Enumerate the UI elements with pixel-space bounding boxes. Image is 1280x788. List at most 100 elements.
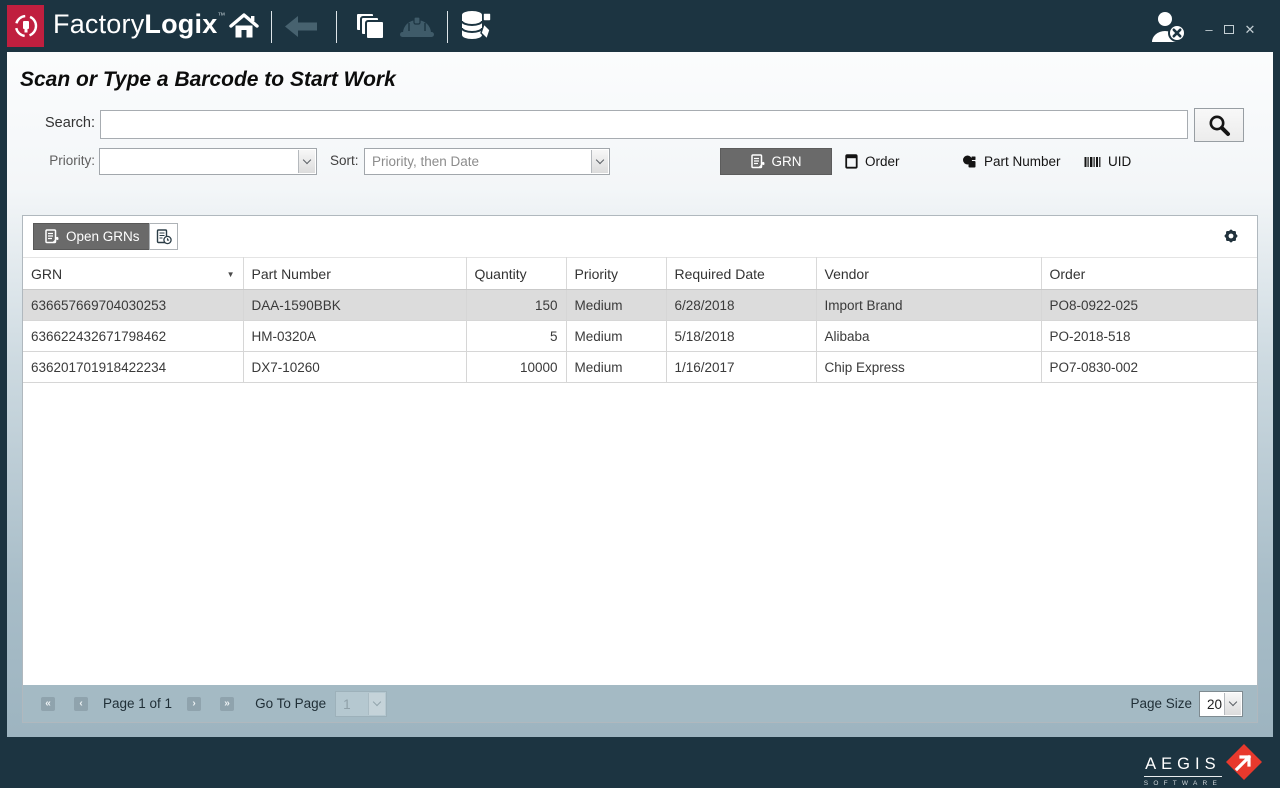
stacked-pages-icon [353, 11, 391, 42]
column-header-priority[interactable]: Priority [566, 258, 666, 290]
column-header-label: GRN [31, 266, 62, 282]
grn-table: GRN ▼ Part NumberQuantity Priority Required … [23, 257, 1257, 685]
search-label: Search: [17, 115, 95, 131]
order-document-icon [845, 154, 858, 169]
recent-grns-button[interactable] [149, 223, 178, 250]
table-cell: 10000 [466, 352, 566, 383]
table-cell: HM-0320A [243, 321, 466, 352]
back-button[interactable] [283, 14, 319, 39]
dropdown-arrow-button[interactable] [298, 150, 315, 173]
logo-circular-arrows-icon [12, 12, 40, 40]
table-cell: Medium [566, 352, 666, 383]
page-size-value: 20 [1207, 692, 1222, 717]
uid-barcode-icon [1084, 156, 1101, 168]
chevron-down-icon [303, 156, 311, 164]
table-cell: 1/16/2017 [666, 352, 816, 383]
page-size-label: Page Size [1130, 696, 1192, 711]
priority-filter-label: Priority: [17, 153, 95, 168]
open-grns-icon [45, 229, 59, 244]
search-input[interactable] [100, 110, 1188, 139]
aegis-diamond-icon [1224, 742, 1264, 782]
open-grns-label: Open GRNs [66, 229, 140, 244]
mode-label: Order [865, 154, 900, 169]
table-cell: 636657669704030253 [23, 290, 243, 321]
column-header-label: Order [1050, 266, 1086, 282]
aegis-logo: AEGIS SOFTWARE [1144, 742, 1264, 787]
sort-filter-label: Sort: [330, 153, 359, 168]
goto-page-value: 1 [343, 692, 366, 717]
column-header-quantity[interactable]: Quantity [466, 258, 566, 290]
column-header-required-date[interactable]: Required Date [666, 258, 816, 290]
dropdown-arrow-button[interactable] [1224, 693, 1241, 715]
mode-toggle-order[interactable]: Order [845, 148, 900, 175]
page-indicator: Page 1 of 1 [103, 696, 172, 711]
table-row[interactable]: 636201701918422234DX7-1026010000Medium1/… [23, 352, 1257, 383]
mode-toggle-grn[interactable]: GRN [720, 148, 832, 175]
grid-toolbar: Open GRNs [23, 216, 1257, 257]
column-header-label: Vendor [825, 266, 869, 282]
aegis-brand-subtext: SOFTWARE [1144, 780, 1222, 787]
next-page-button[interactable]: › [187, 697, 201, 711]
chevron-down-icon [596, 156, 604, 164]
column-header-vendor[interactable]: Vendor [816, 258, 1041, 290]
table-cell: DX7-10260 [243, 352, 466, 383]
table-cell: PO8-0922-025 [1041, 290, 1257, 321]
sort-desc-icon: ▼ [227, 270, 235, 279]
search-icon [1207, 113, 1231, 137]
table-cell: PO7-0830-002 [1041, 352, 1257, 383]
footer-bar: AEGIS SOFTWARE [0, 737, 1280, 788]
page-title: Scan or Type a Barcode to Start Work [20, 68, 396, 92]
table-cell: Medium [566, 321, 666, 352]
previous-page-button[interactable]: ‹ [74, 697, 88, 711]
column-header-order[interactable]: Order [1041, 258, 1257, 290]
grid-settings-button[interactable] [1221, 226, 1241, 246]
search-button[interactable] [1194, 108, 1244, 142]
goto-page-dropdown[interactable]: 1 [335, 691, 387, 717]
mode-toggle-uid[interactable]: UID [1084, 148, 1131, 175]
table-cell: Import Brand [816, 290, 1041, 321]
table-cell: 636622432671798462 [23, 321, 243, 352]
hard-hat-icon [398, 13, 436, 40]
minimize-button[interactable]: – [1201, 22, 1217, 38]
chevron-down-icon [373, 698, 381, 706]
sort-dropdown-value: Priority, then Date [372, 149, 589, 174]
grn-panel: Open GRNs GRN▼Par [22, 215, 1258, 723]
table-row[interactable]: 636622432671798462HM-0320A5Medium5/18/20… [23, 321, 1257, 352]
dropdown-arrow-button[interactable] [591, 150, 608, 173]
logout-user-button[interactable] [1150, 11, 1190, 43]
close-button[interactable]: ✕ [1242, 22, 1258, 38]
back-arrow-icon [283, 14, 319, 39]
table-cell: 150 [466, 290, 566, 321]
first-page-button[interactable]: « [41, 697, 55, 711]
column-header-grn[interactable]: GRN ▼ [23, 258, 243, 290]
database-edit-button[interactable] [457, 9, 497, 43]
page-size-dropdown[interactable]: 20 [1199, 691, 1243, 717]
documents-button[interactable] [353, 11, 391, 42]
hard-hat-button[interactable] [398, 13, 436, 40]
column-header-part-number[interactable]: Part Number [243, 258, 466, 290]
table-cell: 5/18/2018 [666, 321, 816, 352]
priority-dropdown[interactable] [99, 148, 317, 175]
last-page-button[interactable]: » [220, 697, 234, 711]
gear-icon [1222, 227, 1240, 245]
user-logout-icon [1150, 11, 1190, 43]
table-row[interactable]: 636657669704030253DAA-1590BBK150Medium6/… [23, 290, 1257, 321]
column-header-label: Priority [575, 266, 619, 282]
main-content: Scan or Type a Barcode to Start Work Sea… [7, 52, 1273, 737]
maximize-button[interactable] [1221, 22, 1237, 38]
table-cell: DAA-1590BBK [243, 290, 466, 321]
mode-label: GRN [772, 154, 802, 169]
home-button[interactable] [229, 12, 259, 40]
app-title: FactoryLogix™ [53, 9, 226, 40]
grn-document-icon [751, 154, 765, 169]
open-grns-button[interactable]: Open GRNs [33, 223, 152, 250]
mode-label: UID [1108, 154, 1131, 169]
document-clock-icon [156, 229, 172, 245]
table-cell: Medium [566, 290, 666, 321]
sort-dropdown[interactable]: Priority, then Date [364, 148, 610, 175]
table-header-row: GRN ▼ Part NumberQuantity Priority Required … [23, 258, 1257, 290]
mode-toggle-part-number[interactable]: Part Number [962, 148, 1061, 175]
column-header-label: Required Date [675, 266, 765, 282]
table-cell: 6/28/2018 [666, 290, 816, 321]
maximize-icon [1224, 25, 1234, 34]
